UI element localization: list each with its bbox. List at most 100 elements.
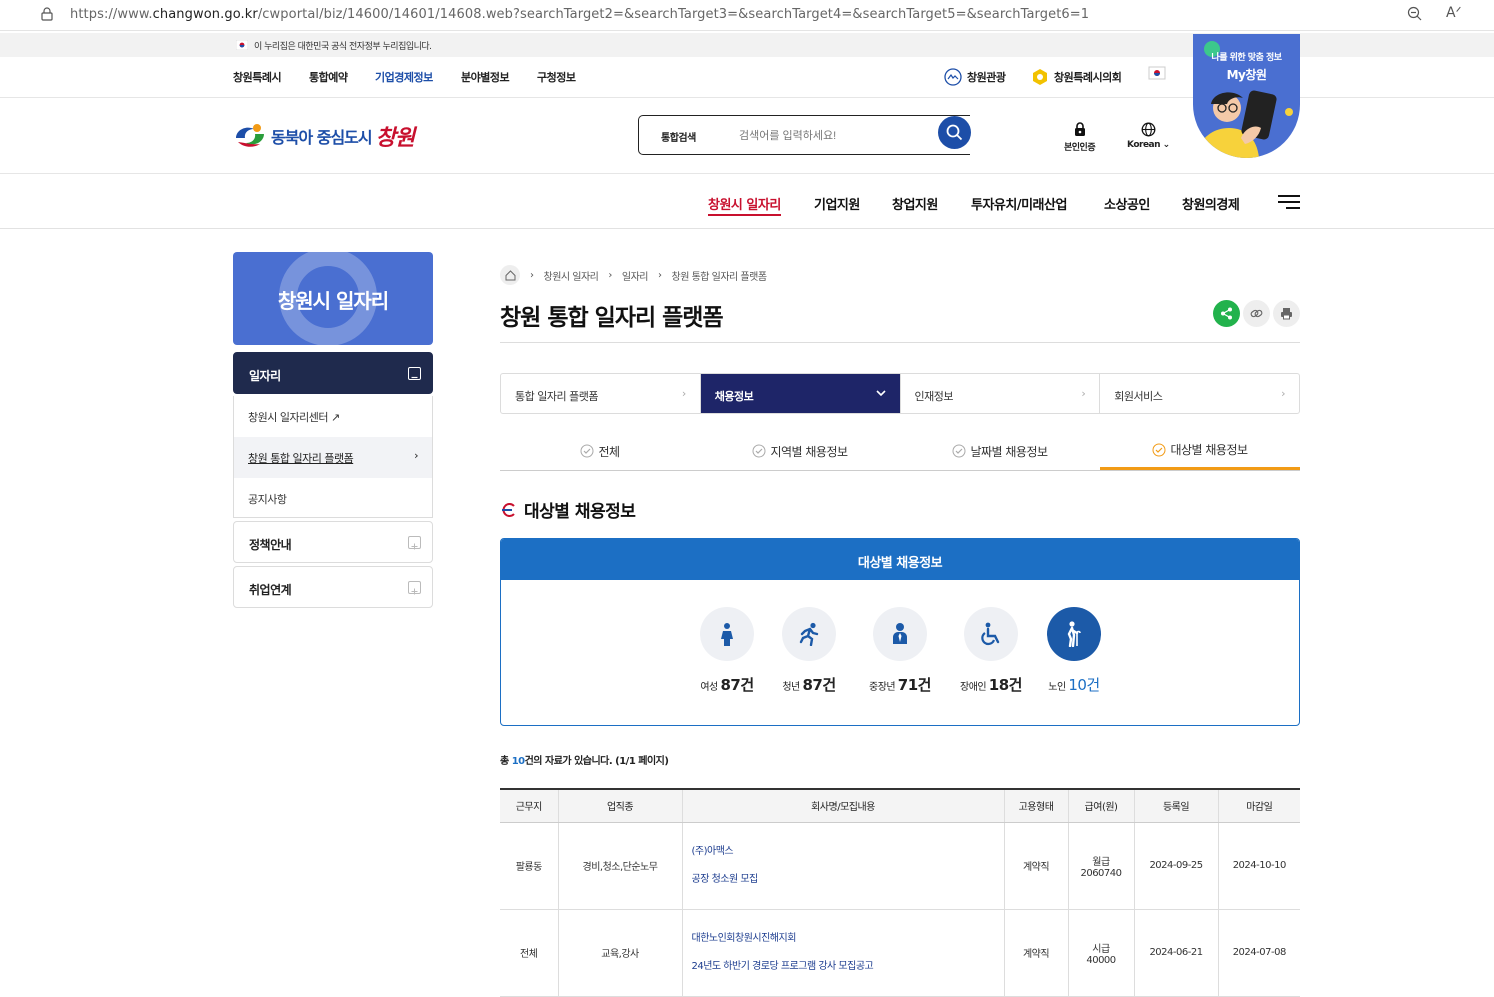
subtab-target[interactable]: 대상별 채용정보 bbox=[1100, 432, 1300, 470]
column-header: 급여(원) bbox=[1068, 788, 1135, 823]
check-circle-icon bbox=[580, 444, 594, 458]
check-circle-icon bbox=[1152, 443, 1166, 456]
util-link-reservation[interactable]: 통합예약 bbox=[309, 69, 348, 85]
subtab-date[interactable]: 날짜별 채용정보 bbox=[900, 432, 1100, 470]
search-icon bbox=[946, 124, 963, 141]
search-button[interactable] bbox=[938, 116, 971, 149]
sidebar-title-card: 창원시 일자리 bbox=[233, 252, 433, 345]
search-box: 통합검색 bbox=[638, 115, 970, 155]
column-header: 업직종 bbox=[558, 788, 683, 823]
job-title-link[interactable]: 공장 청소원 모집 bbox=[692, 866, 1004, 894]
check-circle-icon bbox=[952, 444, 966, 458]
category-disabled[interactable]: 장애인 18건 bbox=[960, 607, 1022, 695]
council-icon bbox=[1033, 69, 1047, 85]
running-person-icon bbox=[799, 622, 819, 646]
sidebar-section-policy[interactable]: 정책안내 bbox=[233, 521, 433, 563]
sidebar-item-job-center[interactable]: 창원시 일자리센터 ↗ bbox=[234, 396, 432, 437]
share-icon bbox=[1221, 307, 1232, 320]
print-button[interactable] bbox=[1273, 300, 1300, 327]
column-header: 회사명/모집내용 bbox=[682, 788, 1005, 823]
util-link-tourism[interactable]: 창원관광 bbox=[944, 68, 1006, 86]
sidebar-section-jobs[interactable]: 일자리 bbox=[233, 352, 433, 394]
search-input[interactable] bbox=[739, 126, 929, 146]
table-row: 팔룡동 경비,청소,단순노무 (주)아맥스 공장 청소원 모집 계약직 월급 206… bbox=[500, 822, 1300, 910]
tab-recruit-info[interactable]: 채용정보 bbox=[700, 374, 901, 413]
util-link-district-info[interactable]: 구청정보 bbox=[537, 69, 576, 85]
category-women[interactable]: 여성 87건 bbox=[700, 607, 754, 695]
util-link-changwon[interactable]: 창원특례시 bbox=[233, 69, 282, 85]
chevron-right-icon: › bbox=[658, 269, 662, 281]
section-heading: 대상별 채용정보 bbox=[500, 497, 636, 522]
changwon-logo-icon bbox=[236, 124, 264, 147]
check-circle-icon bbox=[752, 444, 766, 458]
sidebar-item-notice[interactable]: 공지사항 bbox=[234, 478, 432, 519]
expand-icon bbox=[408, 536, 421, 550]
address-url[interactable]: https://www.changwon.go.kr/cwportal/biz/… bbox=[70, 7, 1089, 22]
chevron-down-icon bbox=[875, 387, 886, 400]
person-phone-illustration bbox=[1195, 90, 1293, 158]
print-icon bbox=[1281, 308, 1292, 320]
zoom-icon[interactable] bbox=[1407, 6, 1423, 22]
tab-member-service[interactable]: 회원서비스 › bbox=[1100, 374, 1299, 413]
subtab-all[interactable]: 전체 bbox=[500, 432, 700, 470]
page-tools bbox=[1213, 300, 1300, 327]
gnb-item-small-business[interactable]: 소상공인 bbox=[1104, 194, 1150, 213]
chevron-right-icon: › bbox=[414, 449, 418, 462]
breadcrumb-item[interactable]: 창원시 일자리 bbox=[544, 268, 599, 283]
column-header: 등록일 bbox=[1134, 788, 1219, 823]
category-middle-aged[interactable]: 중장년 71건 bbox=[869, 607, 931, 695]
korea-flag-icon[interactable] bbox=[1148, 66, 1166, 82]
logo-text: 동북아 중심도시 bbox=[271, 128, 373, 147]
cell-company[interactable]: (주)아맥스 공장 청소원 모집 bbox=[682, 822, 1005, 910]
collapse-icon bbox=[408, 367, 421, 380]
job-title-link[interactable]: 24년도 하반기 경로당 프로그램 강사 모집공고 bbox=[692, 953, 1004, 981]
sidebar-section-employment[interactable]: 취업연계 bbox=[233, 566, 433, 608]
category-youth[interactable]: 청년 87건 bbox=[782, 607, 836, 695]
tab-platform[interactable]: 통합 일자리 플랫폼 › bbox=[501, 374, 701, 413]
sidebar-submenu: 창원시 일자리센터 ↗ 창원 통합 일자리 플랫폼 › 공지사항 bbox=[233, 396, 433, 518]
promo-line2: My창원 bbox=[1226, 68, 1267, 82]
tourism-icon bbox=[944, 68, 962, 86]
share-button[interactable] bbox=[1213, 300, 1240, 327]
lock-icon bbox=[41, 7, 53, 21]
tab-talent-info[interactable]: 인재정보 › bbox=[901, 374, 1101, 413]
gnb-item-business-support[interactable]: 기업지원 bbox=[814, 194, 860, 213]
chevron-right-icon: › bbox=[608, 269, 612, 281]
cell-reg-date: 2024-09-25 bbox=[1134, 822, 1219, 910]
home-icon[interactable] bbox=[500, 265, 520, 285]
copy-link-button[interactable] bbox=[1243, 300, 1270, 327]
gnb-item-startup-support[interactable]: 창업지원 bbox=[892, 194, 938, 213]
my-changwon-promo[interactable]: 나를 위한 맞춤 정보 My창원 bbox=[1193, 34, 1300, 158]
breadcrumb: › 창원시 일자리 › 일자리 › 창원 통합 일자리 플랫폼 bbox=[500, 265, 767, 285]
column-header: 근무지 bbox=[500, 788, 559, 823]
result-count: 총 10건의 자료가 있습니다. (1/1 페이지) bbox=[500, 756, 669, 767]
gnb-item-jobs[interactable]: 창원시 일자리 bbox=[708, 194, 781, 216]
search-label: 통합검색 bbox=[661, 133, 696, 144]
column-header: 고용형태 bbox=[1004, 788, 1069, 823]
sub-tabs: 전체 지역별 채용정보 날짜별 채용정보 대상별 채용정보 bbox=[500, 432, 1300, 471]
util-link-business-info[interactable]: 기업경제정보 bbox=[375, 69, 433, 85]
site-logo[interactable]: 동북아 중심도시 창원 bbox=[233, 120, 415, 152]
chevron-right-icon: › bbox=[1281, 387, 1285, 400]
gnb-item-investment[interactable]: 투자유치/미래산업 bbox=[971, 194, 1067, 213]
cell-type: 계약직 bbox=[1004, 822, 1069, 910]
category-elderly[interactable]: 노인 10건 bbox=[1047, 607, 1101, 695]
breadcrumb-item[interactable]: 창원 통합 일자리 플랫폼 bbox=[672, 268, 768, 283]
company-link[interactable]: (주)아맥스 bbox=[692, 838, 1004, 866]
read-aloud-icon[interactable]: Aᐟ bbox=[1446, 5, 1462, 21]
chevron-right-icon: › bbox=[1081, 387, 1086, 400]
breadcrumb-item[interactable]: 일자리 bbox=[622, 268, 649, 283]
cell-job: 경비,청소,단순노무 bbox=[558, 822, 683, 910]
gnb-item-economy[interactable]: 창원의경제 bbox=[1182, 194, 1240, 213]
main-nav: 창원시 일자리 기업지원 창업지원 투자유치/미래산업 소상공인 창원의경제 bbox=[0, 175, 1494, 229]
language-selector[interactable]: Korean ⌄ bbox=[1127, 122, 1170, 150]
company-link[interactable]: 대한노인회창원시진해지회 bbox=[692, 925, 1004, 953]
subtab-region[interactable]: 지역별 채용정보 bbox=[700, 432, 900, 470]
hamburger-menu-icon[interactable] bbox=[1278, 195, 1300, 209]
util-link-field-info[interactable]: 분야별정보 bbox=[461, 69, 510, 85]
sidebar-item-job-platform[interactable]: 창원 통합 일자리 플랫폼 › bbox=[234, 437, 432, 478]
auth-button[interactable]: 본인인증 bbox=[1064, 122, 1096, 153]
util-link-council[interactable]: 창원특례시의회 bbox=[1031, 68, 1122, 86]
wheelchair-icon bbox=[981, 622, 1000, 646]
browser-address-bar: https://www.changwon.go.kr/cwportal/biz/… bbox=[0, 0, 1494, 31]
